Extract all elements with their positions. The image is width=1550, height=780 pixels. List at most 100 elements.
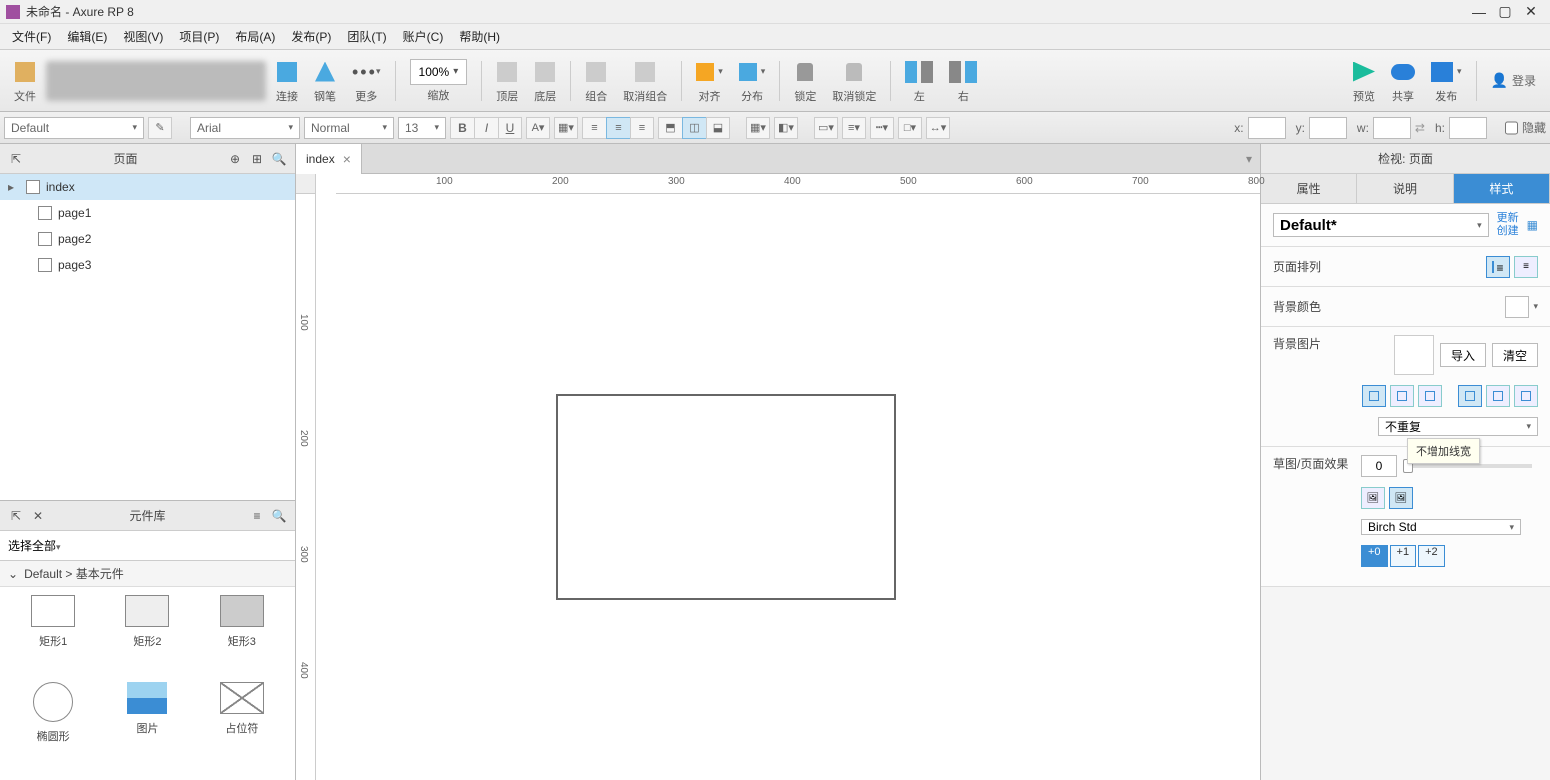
align-right-button[interactable]: ≡ [630, 117, 654, 139]
tab-dropdown-icon[interactable]: ▾ [1238, 152, 1260, 166]
canvas-rectangle[interactable] [556, 394, 896, 600]
tool-zoom[interactable]: 100%▾ 缩放 [404, 59, 474, 103]
tool-distribute[interactable]: ▾分布 [733, 58, 772, 104]
valign-middle-button[interactable]: ◫ [682, 117, 706, 139]
style-manage-icon[interactable]: ▦ [1527, 218, 1538, 232]
tool-bottom[interactable]: 底层 [528, 58, 562, 104]
tool-group-btn[interactable]: 组合 [579, 58, 613, 104]
hidden-checkbox[interactable] [1505, 117, 1518, 139]
text-color-button[interactable]: A▾ [526, 117, 550, 139]
style-dropdown[interactable]: Default▾ [4, 117, 144, 139]
lib-selector-dropdown[interactable]: 选择全部▾ [8, 537, 287, 554]
maximize-button[interactable]: ▢ [1492, 3, 1518, 20]
style-name-dropdown[interactable]: Default*▾ [1273, 213, 1489, 237]
underline-button[interactable]: U [498, 117, 522, 139]
tab-style[interactable]: 样式 [1454, 174, 1550, 203]
menu-team[interactable]: 团队(T) [339, 26, 394, 47]
tab-properties[interactable]: 属性 [1261, 174, 1357, 203]
lib-menu-icon[interactable]: ≡ [249, 508, 265, 524]
lib-item-rect1[interactable]: 矩形1 [8, 595, 98, 678]
border-style-button[interactable]: ┅▾ [870, 117, 894, 139]
fill-button[interactable]: ▦▾ [746, 117, 770, 139]
pages-add-folder-icon[interactable]: ⊕ [227, 151, 243, 167]
tool-ungroup[interactable]: 取消组合 [617, 58, 673, 104]
menu-file[interactable]: 文件(F) [4, 26, 59, 47]
bg-pos-3[interactable] [1418, 385, 1442, 407]
tree-item-page1[interactable]: page1 [0, 200, 295, 226]
y-input[interactable] [1309, 117, 1347, 139]
linewidth-2[interactable]: +2 [1418, 545, 1445, 567]
repeat-dropdown[interactable]: 不重复▾ [1378, 417, 1538, 436]
tool-file[interactable]: 文件 [8, 58, 42, 104]
menu-help[interactable]: 帮助(H) [451, 26, 508, 47]
weight-dropdown[interactable]: Normal▾ [304, 117, 394, 139]
tab-close-icon[interactable]: × [343, 151, 351, 167]
pages-add-page-icon[interactable]: ⊞ [249, 151, 265, 167]
sketch-slider[interactable] [1403, 464, 1532, 468]
tool-unlock[interactable]: 取消锁定 [826, 58, 882, 104]
italic-button[interactable]: I [474, 117, 498, 139]
valign-top-button[interactable]: ⬒ [658, 117, 682, 139]
sketch-font-dropdown[interactable]: Birch Std▾ [1361, 519, 1521, 535]
bg-pos-1[interactable] [1362, 385, 1386, 407]
close-button[interactable]: ✕ [1518, 3, 1544, 20]
tool-login[interactable]: 👤 登录 [1485, 67, 1542, 95]
tree-item-index[interactable]: ▸index [0, 174, 295, 200]
menu-project[interactable]: 项目(P) [171, 26, 227, 47]
extra-color-button[interactable]: ▦▾ [554, 117, 578, 139]
bg-pos-2[interactable] [1390, 385, 1414, 407]
menu-layout[interactable]: 布局(A) [227, 26, 283, 47]
bg-pos-6[interactable] [1514, 385, 1538, 407]
canvas[interactable] [316, 194, 1260, 780]
border-visibility-button[interactable]: □▾ [898, 117, 922, 139]
tab-notes[interactable]: 说明 [1357, 174, 1453, 203]
size-dropdown[interactable]: 13▾ [398, 117, 446, 139]
lib-search-icon[interactable]: 🔍 [271, 508, 287, 524]
lib-item-rect2[interactable]: 矩形2 [102, 595, 192, 678]
lib-item-rect3[interactable]: 矩形3 [197, 595, 287, 678]
tool-preview[interactable]: 预览 [1347, 58, 1381, 104]
bg-pos-4[interactable] [1458, 385, 1482, 407]
minimize-button[interactable]: — [1466, 4, 1492, 20]
w-input[interactable] [1373, 117, 1411, 139]
tab-index[interactable]: index× [296, 144, 362, 174]
menu-edit[interactable]: 编辑(E) [59, 26, 115, 47]
arrow-button[interactable]: ↔▾ [926, 117, 950, 139]
tool-right[interactable]: 右 [943, 58, 983, 104]
pages-pin-icon[interactable]: ⇱ [8, 151, 24, 167]
menu-account[interactable]: 账户(C) [395, 26, 452, 47]
menu-view[interactable]: 视图(V) [115, 26, 171, 47]
align-center-button[interactable]: ≡ [606, 117, 630, 139]
tool-top[interactable]: 顶层 [490, 58, 524, 104]
color-mode-1[interactable]: 🖼 [1361, 487, 1385, 509]
lib-item-ellipse[interactable]: 椭圆形 [8, 682, 98, 773]
create-link[interactable]: 创建 [1497, 225, 1519, 238]
tool-align[interactable]: ▾对齐 [690, 58, 729, 104]
tool-share[interactable]: 共享 [1385, 58, 1421, 104]
clear-button[interactable]: 清空 [1492, 343, 1538, 367]
x-input[interactable] [1248, 117, 1286, 139]
linewidth-1[interactable]: +1 [1390, 545, 1417, 567]
update-link[interactable]: 更新 [1497, 212, 1519, 225]
border-width-button[interactable]: ≡▾ [842, 117, 866, 139]
lib-item-image[interactable]: 图片 [102, 682, 192, 773]
tree-item-page2[interactable]: page2 [0, 226, 295, 252]
tool-connect[interactable]: 连接 [270, 58, 304, 104]
tree-item-page3[interactable]: page3 [0, 252, 295, 278]
lib-category[interactable]: ⌄Default > 基本元件 [0, 561, 295, 587]
bg-pos-5[interactable] [1486, 385, 1510, 407]
border-color-button[interactable]: ▭▾ [814, 117, 838, 139]
page-align-center[interactable]: ≡ [1514, 256, 1538, 278]
sketch-value-input[interactable] [1361, 455, 1397, 477]
menu-publish[interactable]: 发布(P) [283, 26, 339, 47]
align-left-button[interactable]: ≡ [582, 117, 606, 139]
page-align-left[interactable]: ≡ [1486, 256, 1510, 278]
valign-bottom-button[interactable]: ⬓ [706, 117, 730, 139]
h-input[interactable] [1449, 117, 1487, 139]
linewidth-0[interactable]: +0 [1361, 545, 1388, 567]
lib-close-icon[interactable]: ✕ [30, 508, 46, 524]
outer-shadow-button[interactable]: ◧▾ [774, 117, 798, 139]
tool-publish[interactable]: ▾发布 [1425, 58, 1468, 104]
tool-lock[interactable]: 锁定 [788, 58, 822, 104]
bold-button[interactable]: B [450, 117, 474, 139]
